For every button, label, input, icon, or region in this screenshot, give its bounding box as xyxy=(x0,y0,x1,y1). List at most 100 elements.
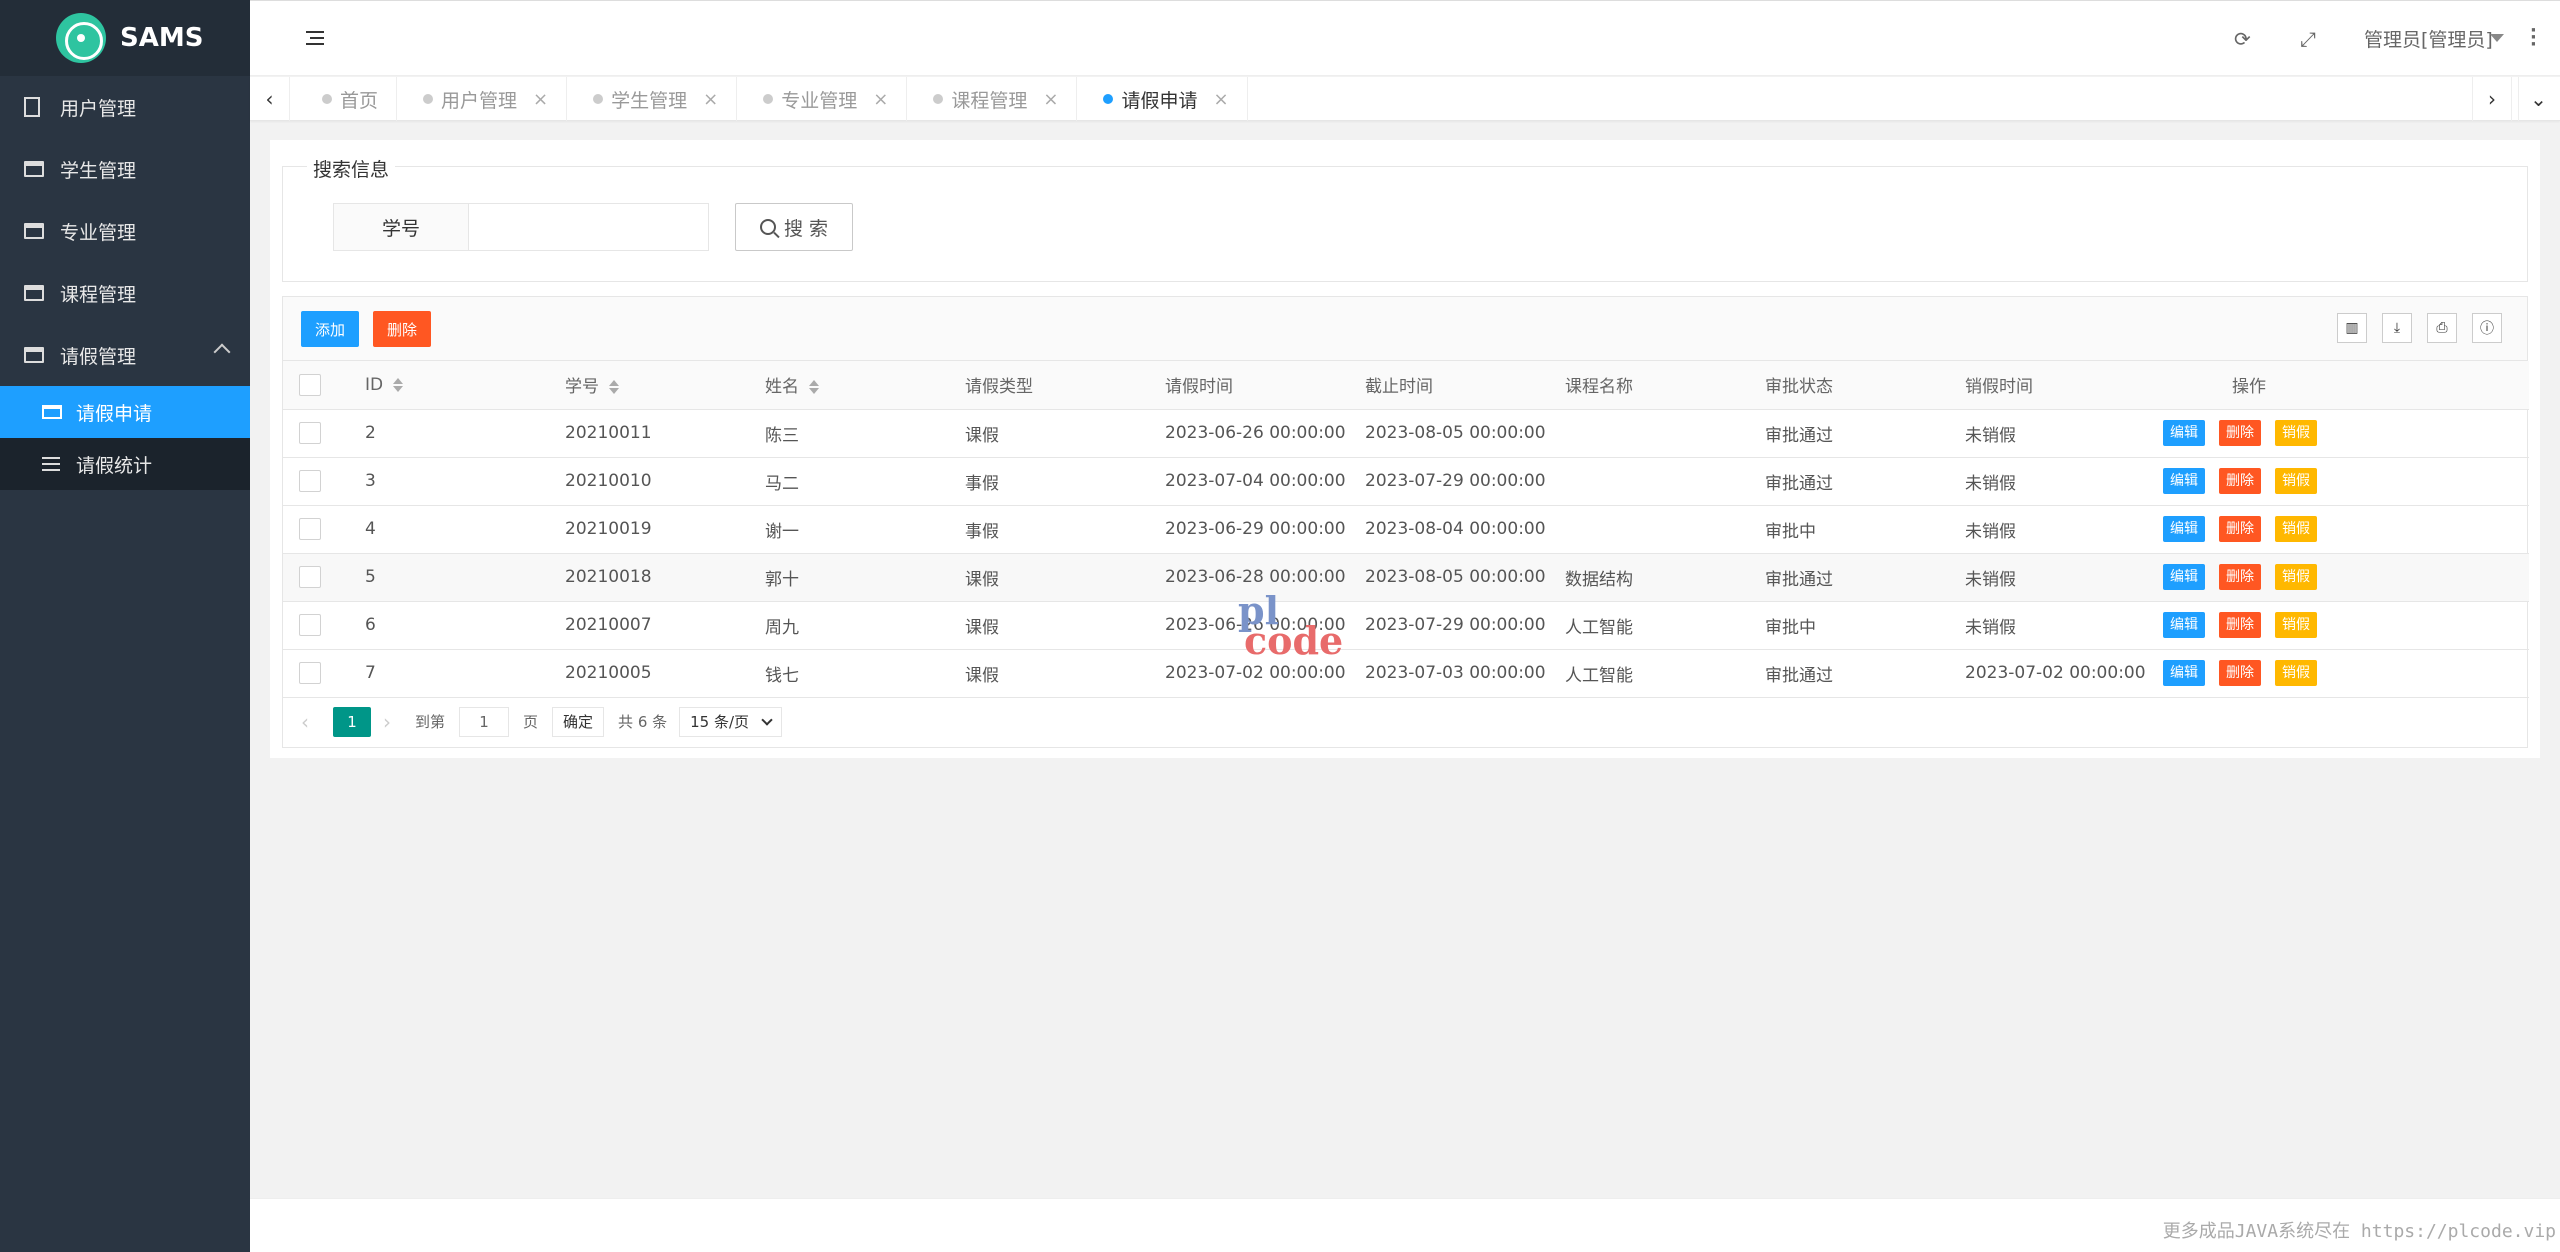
tab-scroll-right-icon[interactable]: › xyxy=(2472,77,2512,121)
close-icon[interactable]: × xyxy=(1043,89,1058,110)
row-checkbox[interactable] xyxy=(299,470,321,492)
cancel-leave-button[interactable]: 销假 xyxy=(2275,420,2317,446)
tab-leave-apply[interactable]: 请假申请 × xyxy=(1077,77,1248,121)
refresh-icon[interactable]: ⟳ xyxy=(2234,27,2251,51)
sidebar-item-course-management[interactable]: 课程管理 xyxy=(0,262,250,324)
row-checkbox[interactable] xyxy=(299,422,321,444)
sidebar-subitem-leave-apply[interactable]: 请假申请 xyxy=(0,386,250,438)
col-header-label: ID xyxy=(365,374,384,395)
print-icon[interactable]: ⎙ xyxy=(2427,313,2457,343)
edit-button[interactable]: 编辑 xyxy=(2163,612,2205,638)
goto-page-input[interactable]: 1 xyxy=(459,706,510,737)
export-icon[interactable]: ⤓ xyxy=(2382,313,2412,343)
delete-button[interactable]: 删除 xyxy=(2219,564,2261,590)
menu-toggle-icon[interactable] xyxy=(306,31,324,45)
caret-down-icon[interactable] xyxy=(2490,34,2504,42)
row-checkbox[interactable] xyxy=(299,566,321,588)
tab-dot xyxy=(593,94,604,104)
row-select-cell[interactable] xyxy=(283,457,349,506)
search-legend: 搜索信息 xyxy=(307,155,396,182)
sidebar-item-leave-management[interactable]: 请假管理 xyxy=(0,324,250,386)
sidebar-subitem-leave-stats[interactable]: 请假统计 xyxy=(0,438,250,490)
sort-icon[interactable] xyxy=(809,379,819,395)
col-header-student-id[interactable]: 学号 xyxy=(549,361,749,410)
delete-button[interactable]: 删除 xyxy=(2219,516,2261,542)
row-select-cell[interactable] xyxy=(283,505,349,554)
cancel-leave-button[interactable]: 销假 xyxy=(2275,660,2317,686)
tab-home[interactable]: 首页 xyxy=(296,77,398,121)
cell-leave-time: 2023-06-29 00:00:00 xyxy=(1149,505,1349,554)
cell-course-name xyxy=(1549,457,1749,506)
row-checkbox[interactable] xyxy=(299,518,321,540)
tab-scroll-left-icon[interactable]: ‹ xyxy=(250,77,290,121)
edit-button[interactable]: 编辑 xyxy=(2163,468,2205,494)
delete-button[interactable]: 删除 xyxy=(2219,468,2261,494)
close-icon[interactable]: × xyxy=(703,89,718,110)
sidebar-item-major-management[interactable]: 专业管理 xyxy=(0,200,250,262)
col-header-name[interactable]: 姓名 xyxy=(749,361,949,410)
fullscreen-icon[interactable]: ⤢ xyxy=(2300,27,2316,51)
list-icon xyxy=(42,457,60,471)
sort-icon[interactable] xyxy=(609,379,619,395)
batch-delete-button[interactable]: 删除 xyxy=(373,311,432,347)
columns-filter-icon[interactable]: ▥ xyxy=(2337,313,2367,343)
app-title: SAMS xyxy=(120,23,204,53)
sort-icon[interactable] xyxy=(393,377,404,393)
sidebar-item-label: 课程管理 xyxy=(60,283,137,306)
row-checkbox[interactable] xyxy=(299,614,321,636)
sidebar-item-student-management[interactable]: 学生管理 xyxy=(0,138,250,200)
select-all-cell[interactable] xyxy=(283,361,349,410)
col-header-label: 姓名 xyxy=(765,377,799,398)
delete-button[interactable]: 删除 xyxy=(2219,420,2261,446)
close-icon[interactable]: × xyxy=(1213,89,1228,110)
tab-student-management[interactable]: 学生管理 × xyxy=(567,77,738,121)
tab-dropdown-icon[interactable]: ⌄ xyxy=(2518,77,2558,121)
cancel-leave-button[interactable]: 销假 xyxy=(2275,468,2317,494)
row-actions: 编辑 删除 销假 xyxy=(2149,553,2529,602)
page-size-select[interactable]: 15 条/页 xyxy=(679,706,783,737)
sidebar-item-user-management[interactable]: 用户管理 xyxy=(0,76,250,138)
row-select-cell[interactable] xyxy=(283,409,349,458)
user-menu[interactable]: 管理员[管理员] xyxy=(2364,25,2493,52)
cell-student-id: 20210018 xyxy=(549,553,749,602)
row-select-cell[interactable] xyxy=(283,553,349,602)
search-button[interactable]: 搜 索 xyxy=(735,203,853,251)
row-checkbox[interactable] xyxy=(299,662,321,684)
edit-button[interactable]: 编辑 xyxy=(2163,420,2205,446)
tab-major-management[interactable]: 专业管理 × xyxy=(737,77,908,121)
goto-confirm-button[interactable]: 确定 xyxy=(552,706,605,737)
cell-end-time: 2023-07-03 00:00:00 xyxy=(1349,649,1549,698)
sidebar-item-label: 用户管理 xyxy=(60,97,137,120)
current-page[interactable]: 1 xyxy=(333,706,371,737)
next-page-icon[interactable]: › xyxy=(383,710,403,734)
table-icon xyxy=(42,405,62,419)
cell-name: 谢一 xyxy=(749,505,949,554)
more-icon[interactable]: · · · xyxy=(2530,22,2537,54)
add-button[interactable]: 添加 xyxy=(301,311,360,347)
close-icon[interactable]: × xyxy=(533,89,548,110)
student-id-input[interactable] xyxy=(469,203,709,251)
tab-user-management[interactable]: 用户管理 × xyxy=(397,77,568,121)
delete-button[interactable]: 删除 xyxy=(2219,660,2261,686)
edit-button[interactable]: 编辑 xyxy=(2163,564,2205,590)
prev-page-icon[interactable]: ‹ xyxy=(301,710,321,734)
col-header-leave-type: 请假类型 xyxy=(949,361,1149,410)
edit-button[interactable]: 编辑 xyxy=(2163,516,2205,542)
row-select-cell[interactable] xyxy=(283,649,349,698)
cancel-leave-button[interactable]: 销假 xyxy=(2275,564,2317,590)
info-icon[interactable]: ⓘ xyxy=(2472,313,2502,343)
row-select-cell[interactable] xyxy=(283,601,349,650)
cell-cancel-time: 未销假 xyxy=(1949,601,2149,650)
tab-course-management[interactable]: 课程管理 × xyxy=(907,77,1078,121)
delete-button[interactable]: 删除 xyxy=(2219,612,2261,638)
document-icon xyxy=(24,97,40,117)
edit-button[interactable]: 编辑 xyxy=(2163,660,2205,686)
select-all-checkbox[interactable] xyxy=(299,373,321,396)
close-icon[interactable]: × xyxy=(873,89,888,110)
tab-dot xyxy=(322,94,332,104)
cancel-leave-button[interactable]: 销假 xyxy=(2275,612,2317,638)
col-header-end-time: 截止时间 xyxy=(1349,361,1549,410)
cell-approval-status: 审批通过 xyxy=(1749,649,1949,698)
cancel-leave-button[interactable]: 销假 xyxy=(2275,516,2317,542)
col-header-id[interactable]: ID xyxy=(349,361,549,410)
